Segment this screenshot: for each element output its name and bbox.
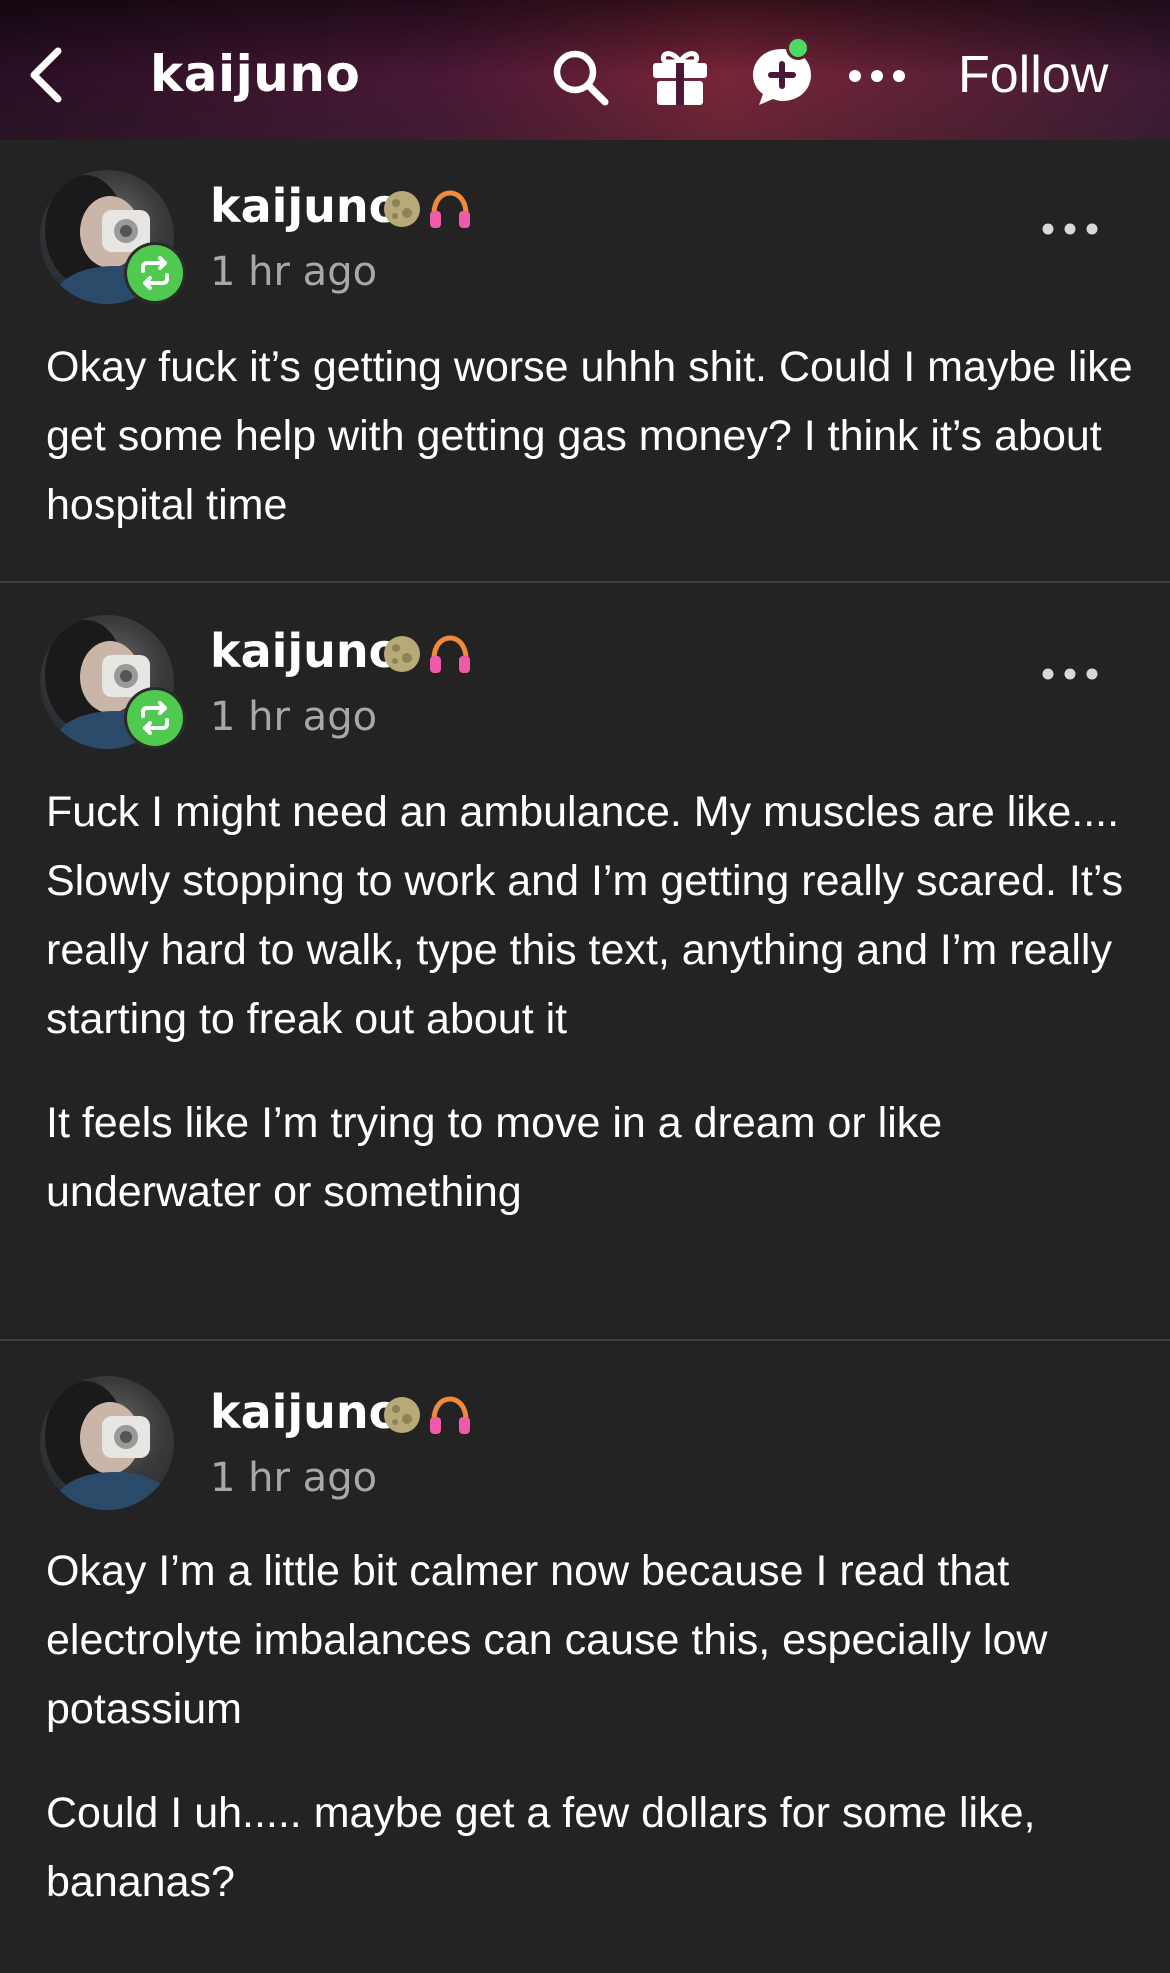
search-button[interactable] <box>545 42 615 112</box>
user-badges <box>382 633 472 675</box>
post-timestamp: 1 hr ago <box>210 694 378 740</box>
back-button[interactable] <box>18 40 74 110</box>
user-badges <box>382 1394 472 1436</box>
gift-button[interactable] <box>645 42 715 112</box>
more-icon <box>1042 668 1098 680</box>
search-icon <box>553 50 609 106</box>
user-badges <box>382 188 472 230</box>
more-options-button[interactable] <box>842 48 912 104</box>
back-arrow-icon <box>30 47 62 103</box>
follow-button[interactable]: Follow <box>958 44 1108 106</box>
post-username[interactable]: kaijuno <box>210 1384 400 1440</box>
post: kaijuno 1 hr ago Okay fuck it’s getting … <box>0 140 1170 582</box>
post-username[interactable]: kaijuno <box>210 178 400 234</box>
headphones-icon <box>430 190 470 228</box>
post-body: Okay I’m a little bit calmer now because… <box>46 1537 1136 1917</box>
blog-title[interactable]: kaijuno <box>150 44 360 104</box>
moon-icon <box>384 191 420 227</box>
avatar[interactable] <box>40 170 186 306</box>
post-username[interactable]: kaijuno <box>210 623 400 679</box>
headphones-icon <box>430 635 470 673</box>
top-bar: kaijuno Follow <box>0 0 1170 140</box>
reblog-icon <box>141 256 169 290</box>
more-icon <box>1042 223 1098 235</box>
post-more-button[interactable] <box>1040 666 1104 696</box>
post-timestamp: 1 hr ago <box>210 1455 378 1501</box>
moon-icon <box>384 1397 420 1433</box>
reblog-badge <box>124 687 186 749</box>
chat-button[interactable] <box>742 36 822 116</box>
post-paragraph: Okay I’m a little bit calmer now because… <box>46 1547 1048 1733</box>
post-timestamp: 1 hr ago <box>210 249 378 295</box>
more-icon <box>849 70 905 82</box>
reblog-badge <box>124 242 186 304</box>
post-body: Fuck I might need an ambulance. My muscl… <box>46 778 1136 1227</box>
post-paragraph: Okay fuck it’s getting worse uhhh shit. … <box>46 343 1133 529</box>
headphones-icon <box>430 1396 470 1434</box>
gift-icon <box>653 51 707 105</box>
avatar[interactable] <box>40 615 186 751</box>
post-paragraph: Could I uh..... maybe get a few dollars … <box>46 1789 1036 1906</box>
avatar-image <box>40 1376 174 1510</box>
post-paragraph: It feels like I’m trying to move in a dr… <box>46 1099 943 1216</box>
avatar[interactable] <box>40 1376 176 1512</box>
post: kaijuno 1 hr ago Okay I’m a little bit c… <box>0 1341 1170 1973</box>
moon-icon <box>384 636 420 672</box>
notification-dot <box>786 36 810 60</box>
post-paragraph: Fuck I might need an ambulance. My muscl… <box>46 788 1124 1043</box>
post-body: Okay fuck it’s getting worse uhhh shit. … <box>46 333 1136 540</box>
reblog-icon <box>141 701 169 735</box>
post-more-button[interactable] <box>1040 221 1104 251</box>
post: kaijuno 1 hr ago Fuck I might need an am… <box>0 583 1170 1338</box>
